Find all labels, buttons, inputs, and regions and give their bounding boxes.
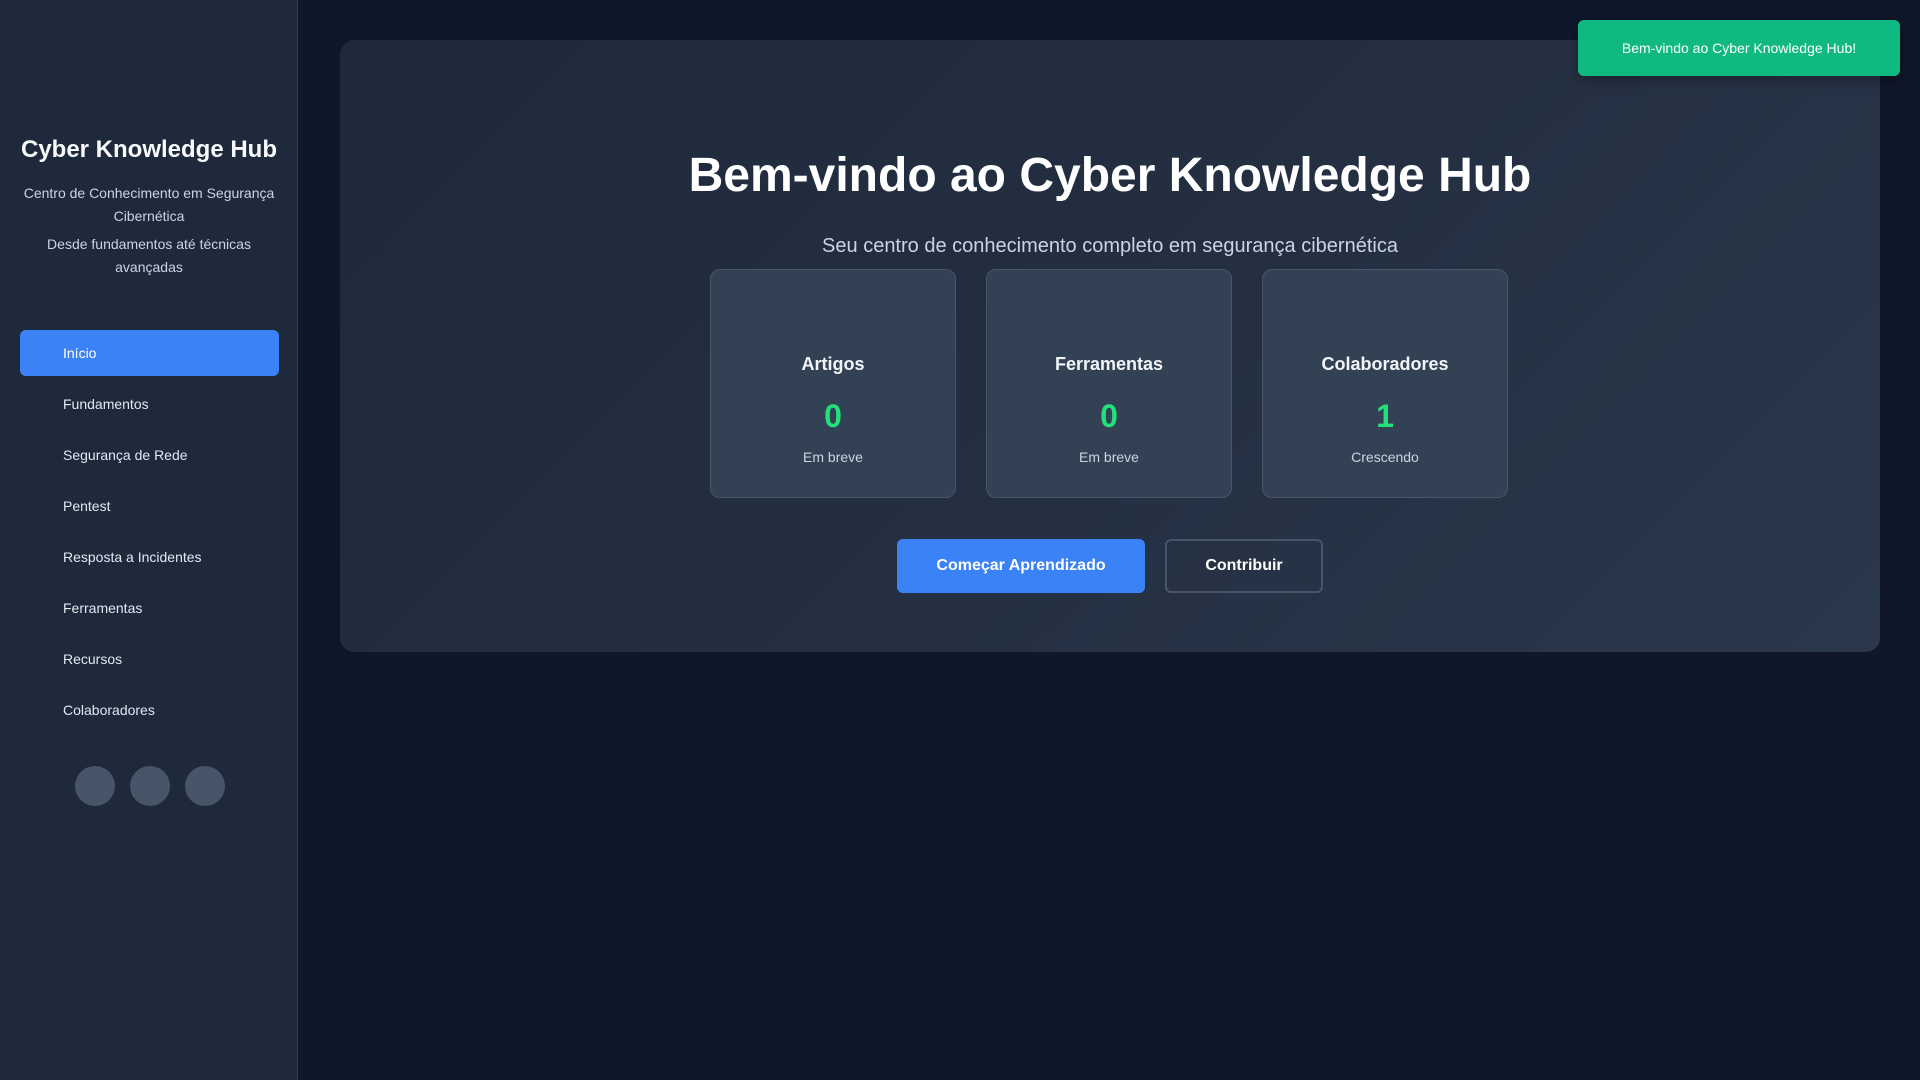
brand: Cyber Knowledge Hub Centro de Conhecimen…: [0, 134, 298, 284]
sidebar-item-fundamentos[interactable]: Fundamentos: [20, 381, 279, 427]
hero-section: Bem-vindo ao Cyber Knowledge Hub Seu cen…: [340, 40, 1880, 652]
stat-note: Crescendo: [1351, 449, 1419, 465]
hero-title: Bem-vindo ao Cyber Knowledge Hub: [688, 149, 1532, 202]
stat-card-ferramentas: Ferramentas 0 Em breve: [986, 269, 1232, 498]
stat-value: 0: [824, 398, 842, 434]
welcome-toast: Bem-vindo ao Cyber Knowledge Hub!: [1578, 20, 1900, 76]
social-icon[interactable]: [185, 766, 225, 806]
sidebar-item-resposta-a-incidentes[interactable]: Resposta a Incidentes: [20, 534, 279, 580]
sidebar: Cyber Knowledge Hub Centro de Conhecimen…: [0, 0, 298, 1080]
stat-note: Em breve: [1079, 449, 1139, 465]
stat-value: 0: [1100, 398, 1118, 434]
stats-row: Artigos 0 Em breve Ferramentas 0 Em brev…: [710, 269, 1508, 498]
sidebar-item-seguranca-de-rede[interactable]: Segurança de Rede: [20, 432, 279, 478]
stat-label: Artigos: [801, 354, 865, 374]
contribute-button[interactable]: Contribuir: [1165, 539, 1323, 593]
stat-value: 1: [1376, 398, 1394, 434]
stat-card-artigos: Artigos 0 Em breve: [710, 269, 956, 498]
stat-note: Em breve: [803, 449, 863, 465]
app-root: Cyber Knowledge Hub Centro de Conhecimen…: [0, 0, 1920, 1080]
brand-subtitle: Centro de Conhecimento em Segurança Cibe…: [23, 185, 275, 224]
social-links: [75, 766, 225, 806]
stat-card-colaboradores: Colaboradores 1 Crescendo: [1262, 269, 1508, 498]
hero-actions: Começar Aprendizado Contribuir: [897, 539, 1323, 593]
sidebar-nav: Início Fundamentos Segurança de Rede Pen…: [20, 330, 279, 738]
sidebar-item-pentest[interactable]: Pentest: [20, 483, 279, 529]
stat-label: Colaboradores: [1321, 354, 1449, 374]
sidebar-item-colaboradores[interactable]: Colaboradores: [20, 687, 279, 733]
sidebar-item-recursos[interactable]: Recursos: [20, 636, 279, 682]
social-icon[interactable]: [130, 766, 170, 806]
sidebar-item-inicio[interactable]: Início: [20, 330, 279, 376]
social-icon[interactable]: [75, 766, 115, 806]
sidebar-item-ferramentas[interactable]: Ferramentas: [20, 585, 279, 631]
stat-label: Ferramentas: [1054, 354, 1164, 374]
brand-tagline: Desde fundamentos até técnicas avançadas: [47, 236, 251, 275]
start-learning-button[interactable]: Começar Aprendizado: [897, 539, 1145, 593]
brand-title: Cyber Knowledge Hub: [20, 136, 278, 163]
